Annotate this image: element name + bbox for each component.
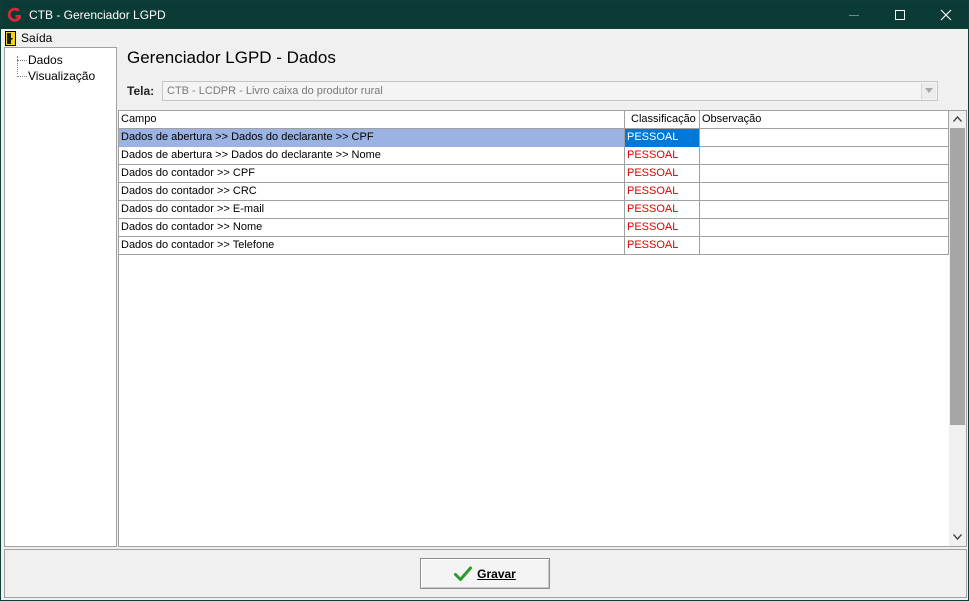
- window-title: CTB - Gerenciador LGPD: [29, 8, 166, 22]
- cell-classificacao[interactable]: PESSOAL: [625, 147, 700, 165]
- cell-observacao[interactable]: [700, 201, 949, 219]
- close-button[interactable]: [923, 1, 969, 29]
- cell-classificacao[interactable]: PESSOAL: [625, 237, 700, 255]
- cell-observacao[interactable]: [700, 147, 949, 165]
- checkmark-icon: [454, 566, 473, 581]
- cell-classificacao[interactable]: PESSOAL: [625, 165, 700, 183]
- tela-selected-value: CTB - LCDPR - Livro caixa do produtor ru…: [167, 85, 383, 97]
- scroll-down-button[interactable]: [949, 529, 966, 546]
- table-row[interactable]: Dados do contador >> CPF PESSOAL: [119, 165, 949, 183]
- table-row[interactable]: Dados do contador >> Nome PESSOAL: [119, 219, 949, 237]
- close-icon: [940, 9, 952, 21]
- fields-grid: Campo Classificação Observação Dados de …: [118, 110, 967, 547]
- menu-exit[interactable]: Saída: [5, 29, 52, 47]
- maximize-button[interactable]: [877, 1, 923, 29]
- cell-observacao[interactable]: [700, 237, 949, 255]
- grid-header: Campo Classificação Observação: [119, 111, 949, 129]
- cell-classificacao[interactable]: PESSOAL: [625, 183, 700, 201]
- chevron-down-icon: [953, 534, 962, 540]
- navigation-tree: Dados Visualização: [4, 47, 117, 547]
- cell-observacao[interactable]: [700, 165, 949, 183]
- vertical-scrollbar[interactable]: [949, 111, 966, 546]
- chevron-down-icon: [925, 88, 933, 93]
- chevron-up-icon: [953, 116, 962, 122]
- title-bar[interactable]: CTB - Gerenciador LGPD: [1, 1, 968, 29]
- cell-observacao[interactable]: [700, 183, 949, 201]
- cell-observacao[interactable]: [700, 129, 949, 147]
- menu-bar: Saída: [1, 29, 968, 47]
- cell-classificacao[interactable]: PESSOAL: [625, 219, 700, 237]
- cell-campo[interactable]: Dados do contador >> CRC: [119, 183, 625, 201]
- door-exit-icon: [5, 30, 16, 46]
- cell-observacao[interactable]: [700, 219, 949, 237]
- app-window: CTB - Gerenciador LGPD Saída Dados Visua…: [0, 0, 969, 601]
- cell-campo[interactable]: Dados do contador >> Telefone: [119, 237, 625, 255]
- scroll-thumb[interactable]: [950, 128, 965, 425]
- tree-branch-line: [17, 76, 27, 77]
- minimize-button[interactable]: [831, 1, 877, 29]
- cell-campo[interactable]: Dados de abertura >> Dados do declarante…: [119, 129, 625, 147]
- tela-dropdown[interactable]: CTB - LCDPR - Livro caixa do produtor ru…: [162, 81, 938, 101]
- menu-exit-label: Saída: [21, 31, 53, 45]
- cell-classificacao[interactable]: PESSOAL: [625, 129, 700, 147]
- page-title: Gerenciador LGPD - Dados: [127, 48, 336, 67]
- cell-campo[interactable]: Dados de abertura >> Dados do declarante…: [119, 147, 625, 165]
- tree-item-dados[interactable]: Dados: [5, 52, 115, 68]
- app-logo-icon: [7, 7, 21, 22]
- column-header-classificacao[interactable]: Classificação: [625, 111, 700, 129]
- dropdown-arrow-button[interactable]: [921, 83, 936, 99]
- tela-label: Tela:: [127, 84, 155, 98]
- table-row[interactable]: Dados de abertura >> Dados do declarante…: [119, 129, 949, 147]
- maximize-icon: [895, 10, 905, 20]
- tree-item-label: Dados: [28, 53, 63, 67]
- cell-campo[interactable]: Dados do contador >> CPF: [119, 165, 625, 183]
- table-row[interactable]: Dados do contador >> CRC PESSOAL: [119, 183, 949, 201]
- table-row[interactable]: Dados do contador >> Telefone PESSOAL: [119, 237, 949, 255]
- minimize-icon: [849, 15, 859, 16]
- tree-item-visualizacao[interactable]: Visualização: [5, 68, 115, 84]
- table-row[interactable]: Dados de abertura >> Dados do declarante…: [119, 147, 949, 165]
- tree-item-label: Visualização: [28, 69, 96, 83]
- tree-branch-line: [17, 60, 27, 61]
- save-button-label: Gravar: [477, 566, 516, 581]
- column-header-campo[interactable]: Campo: [119, 111, 625, 129]
- cell-campo[interactable]: Dados do contador >> E-mail: [119, 201, 625, 219]
- cell-classificacao[interactable]: PESSOAL: [625, 201, 700, 219]
- table-row[interactable]: Dados do contador >> E-mail PESSOAL: [119, 201, 949, 219]
- scroll-up-button[interactable]: [949, 111, 966, 128]
- save-button[interactable]: Gravar: [420, 558, 550, 589]
- cell-campo[interactable]: Dados do contador >> Nome: [119, 219, 625, 237]
- column-header-observacao[interactable]: Observação: [700, 111, 949, 129]
